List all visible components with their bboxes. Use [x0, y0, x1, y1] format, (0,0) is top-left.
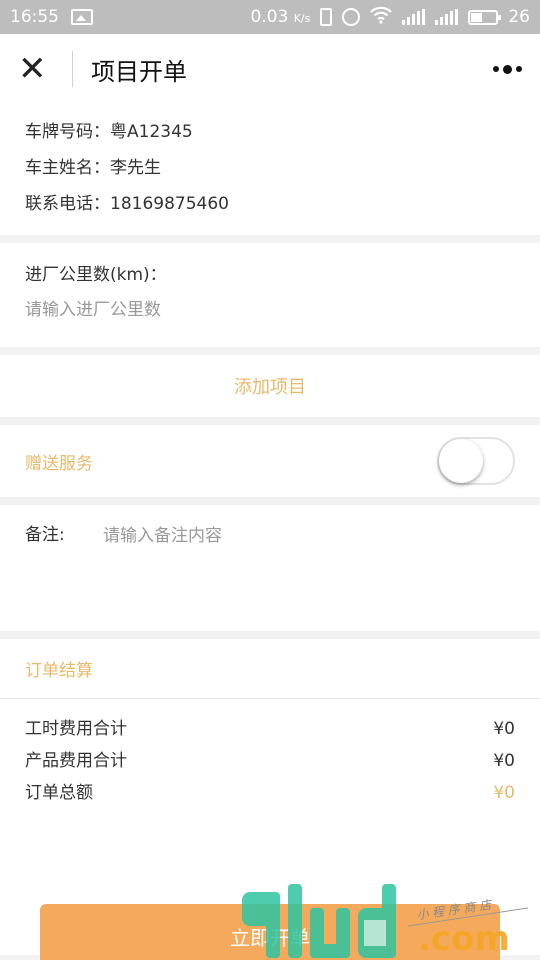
nav-bar: ✕ 项目开单 [0, 34, 540, 104]
product-cost-label: 产品费用合计 [25, 751, 127, 771]
owner-name: 车主姓名：李先生 [25, 158, 161, 178]
gift-service-row: 赠送服务 [0, 425, 540, 497]
mileage-section: 进厂公里数(km)： 请输入进厂公里数 [0, 243, 540, 347]
page-title: 项目开单 [91, 57, 187, 86]
submit-order-button[interactable]: 立即开单 [40, 904, 500, 960]
labor-cost-row: 工时费用合计 ¥0 [25, 713, 515, 745]
mileage-input[interactable]: 请输入进厂公里数 [25, 291, 515, 329]
product-cost-row: 产品费用合计 ¥0 [25, 745, 515, 777]
gift-service-label: 赠送服务 [25, 453, 93, 474]
vibrate-icon [320, 8, 333, 26]
alarm-icon [342, 8, 361, 26]
battery-level: 26 [508, 7, 530, 27]
order-total-label: 订单总额 [25, 783, 93, 803]
order-total-value: ¥0 [493, 783, 515, 803]
battery-icon [468, 9, 502, 25]
wifi-icon [370, 6, 393, 29]
labor-cost-value: ¥0 [493, 719, 515, 739]
contact-phone: 联系电话：18169875460 [25, 194, 229, 214]
signal-4g-icon [435, 9, 459, 25]
add-item-button[interactable]: 添加项目 [0, 355, 540, 417]
nav-divider [72, 51, 73, 87]
status-time: 16:55 [10, 7, 59, 27]
signal-icon [402, 9, 426, 25]
status-bar: 16:55 0.03 K/s 26 [0, 0, 540, 34]
image-notification-icon [71, 9, 93, 25]
settlement-title: 订单结算 [0, 639, 540, 699]
labor-cost-label: 工时费用合计 [25, 719, 127, 739]
net-speed: 0.03 K/s [250, 7, 311, 27]
remark-input[interactable]: 请输入备注内容 [103, 519, 222, 617]
mileage-label: 进厂公里数(km)： [25, 265, 167, 285]
remark-section: 备注: 请输入备注内容 [0, 505, 540, 631]
more-menu-icon[interactable] [493, 64, 522, 74]
order-total-row: 订单总额 ¥0 [25, 777, 515, 809]
close-icon[interactable]: ✕ [18, 52, 58, 86]
vehicle-info: 车牌号码：粤A12345 车主姓名：李先生 联系电话：18169875460 [0, 104, 540, 235]
toggle-knob [439, 439, 483, 483]
product-cost-value: ¥0 [493, 751, 515, 771]
plate-number: 车牌号码：粤A12345 [25, 122, 193, 142]
remark-label: 备注: [25, 525, 65, 545]
gift-service-toggle[interactable] [437, 437, 515, 485]
